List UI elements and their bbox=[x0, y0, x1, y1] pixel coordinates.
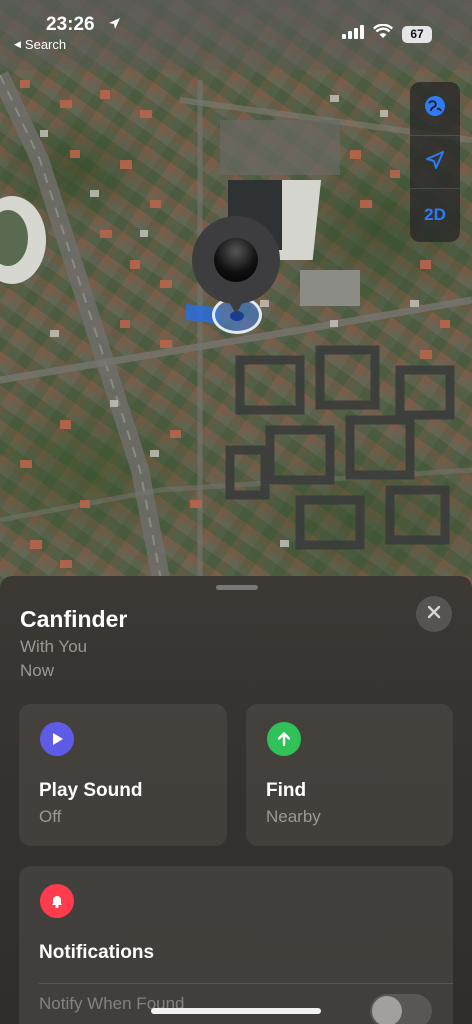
map-2d-label: 2D bbox=[424, 205, 446, 224]
map-2d-toggle-button[interactable]: 2D bbox=[410, 188, 460, 241]
play-icon bbox=[40, 722, 74, 756]
close-button[interactable] bbox=[416, 596, 452, 632]
notify-when-found-toggle[interactable] bbox=[370, 994, 432, 1024]
device-detail-sheet: Canfinder With You Now Play Sound Off Fi… bbox=[0, 576, 472, 1024]
notifications-title: Notifications bbox=[39, 942, 155, 963]
device-status: With You bbox=[20, 637, 88, 656]
play-sound-status: Off bbox=[39, 807, 62, 826]
play-sound-title: Play Sound bbox=[39, 780, 143, 801]
cellular-signal-icon bbox=[342, 24, 364, 44]
status-time: 23:26 bbox=[46, 14, 95, 35]
sheet-grabber[interactable] bbox=[216, 585, 258, 590]
close-icon bbox=[427, 605, 441, 624]
play-sound-card[interactable]: Play Sound Off bbox=[19, 704, 227, 846]
back-triangle-icon: ◀ bbox=[14, 39, 21, 49]
map-controls: 2D bbox=[410, 82, 460, 242]
location-arrow-icon bbox=[425, 150, 445, 175]
location-services-icon bbox=[108, 17, 121, 35]
device-name: Canfinder bbox=[20, 606, 128, 632]
airtag-icon bbox=[214, 238, 258, 282]
notifications-card: Notifications Notify When Found bbox=[19, 866, 453, 1024]
last-seen-time: Now bbox=[20, 661, 55, 680]
globe-icon bbox=[424, 95, 446, 122]
map-style-button[interactable] bbox=[410, 82, 460, 135]
divider bbox=[39, 983, 453, 984]
arrow-up-icon bbox=[267, 722, 301, 756]
wifi-icon bbox=[372, 23, 394, 44]
back-to-search-link[interactable]: ◀ Search bbox=[14, 37, 66, 52]
map-view[interactable]: 23:26 ◀ Search 67 2D bbox=[0, 0, 472, 600]
battery-indicator: 67 bbox=[402, 25, 432, 43]
status-indicators: 67 bbox=[342, 23, 432, 44]
find-title: Find bbox=[266, 780, 307, 801]
track-location-button[interactable] bbox=[410, 135, 460, 188]
find-nearby-card[interactable]: Find Nearby bbox=[246, 704, 453, 846]
home-indicator[interactable] bbox=[151, 1008, 321, 1014]
bell-icon bbox=[40, 884, 74, 918]
back-label: Search bbox=[24, 37, 67, 52]
find-subtitle: Nearby bbox=[266, 807, 321, 826]
toggle-knob bbox=[372, 996, 402, 1024]
